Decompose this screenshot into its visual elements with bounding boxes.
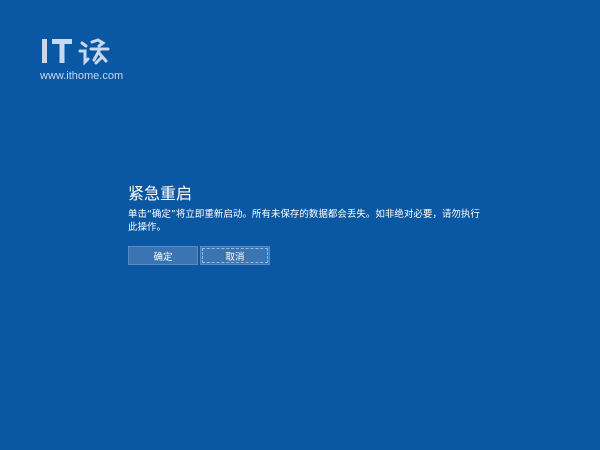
watermark-url: www.ithome.com bbox=[40, 70, 124, 82]
ok-button[interactable]: 确定 bbox=[128, 246, 198, 265]
dialog-message: 单击“确定”将立即重新启动。所有未保存的数据都会丢失。如非绝对必要，请勿执行此操… bbox=[128, 209, 480, 233]
emergency-restart-dialog: 紧急重启 单击“确定”将立即重新启动。所有未保存的数据都会丢失。如非绝对必要，请… bbox=[128, 184, 488, 234]
ithome-logo bbox=[42, 38, 110, 66]
cancel-button[interactable]: 取消 bbox=[200, 246, 270, 265]
dialog-buttons: 确定 取消 bbox=[128, 246, 270, 265]
dialog-title: 紧急重启 bbox=[128, 184, 193, 203]
watermark: www.ithome.com bbox=[40, 34, 150, 86]
